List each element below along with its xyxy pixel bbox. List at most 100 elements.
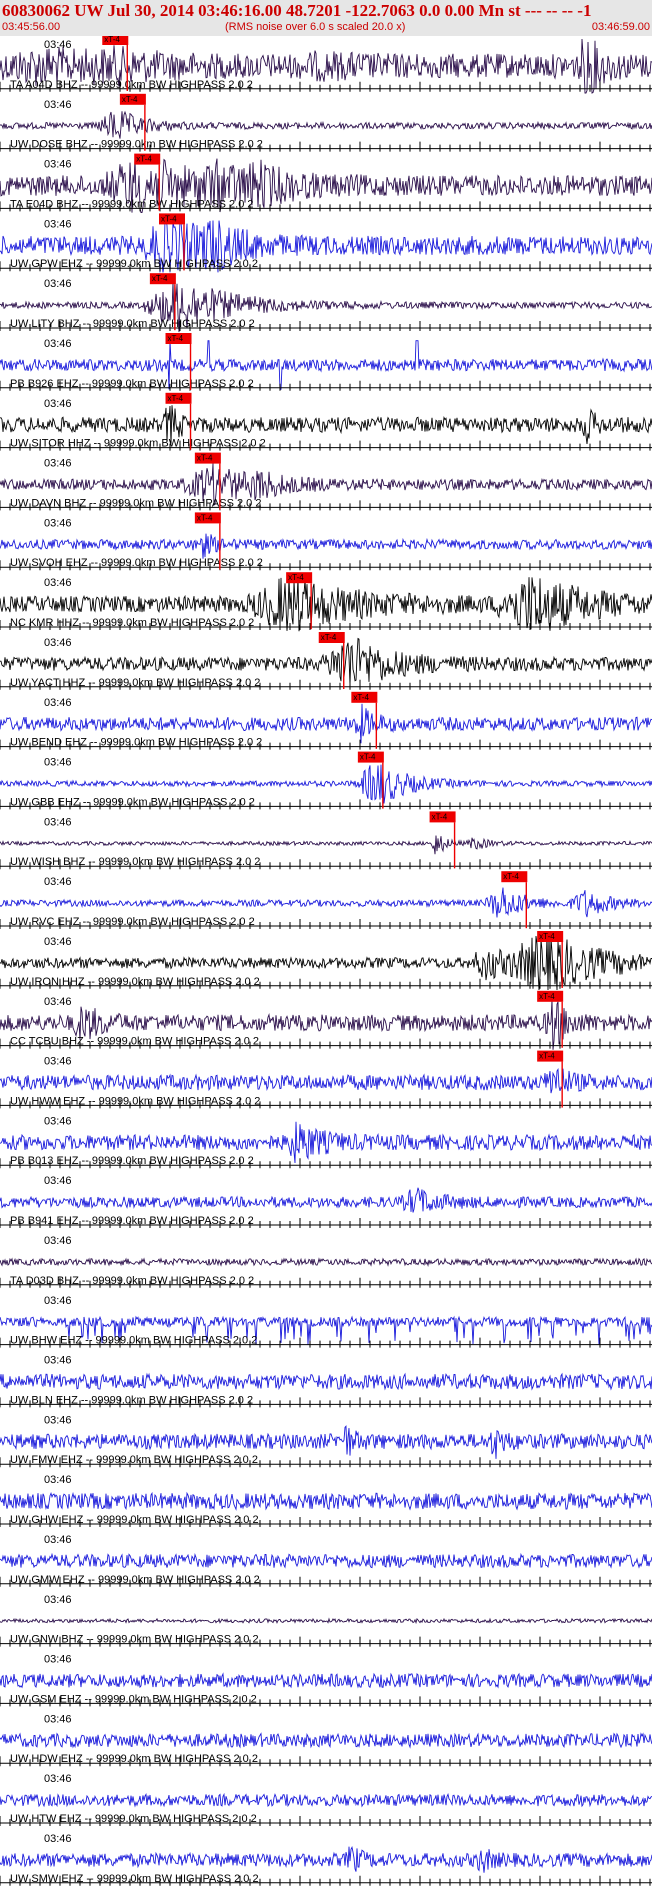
station-label: TA E04D BHZ -- 99999.0km BW HIGHPASS 2.0…	[10, 198, 254, 210]
waveform-trace	[0, 887, 652, 918]
time-label: 03:46	[44, 159, 72, 171]
station-label: UW GSM EHZ -- 99999.0km BW HIGHPASS 2.0 …	[10, 1693, 257, 1705]
waveform-trace	[0, 1845, 652, 1873]
station-label: UW BEND EHZ -- 99999.0km BW HIGHPASS 2.0…	[10, 737, 262, 749]
time-label: 03:46	[44, 876, 72, 888]
time-label: 03:46	[44, 1594, 72, 1606]
time-label: 03:46	[44, 816, 72, 828]
station-label: UW RVC EHZ -- 99999.0km BW HIGHPASS 2.0 …	[10, 916, 255, 928]
time-label: 03:46	[44, 458, 72, 470]
station-label: UW DOSE BHZ -- 99999.0km BW HIGHPASS 2.0…	[10, 139, 263, 151]
time-label: 03:46	[44, 697, 72, 709]
time-label: 03:46	[44, 936, 72, 948]
time-label: 03:46	[44, 1056, 72, 1068]
time-label: 03:46	[44, 99, 72, 111]
station-label: UW SITOR HHZ -- 99999.0km BW HIGHPASS 2.…	[10, 438, 266, 450]
time-label: 03:46	[44, 1773, 72, 1785]
station-label: UW WISH BHZ -- 99999.0km BW HIGHPASS 2.0…	[10, 856, 260, 868]
time-label: 03:46	[44, 39, 72, 51]
time-label: 03:46	[44, 1235, 72, 1247]
pick-label: xT-4	[539, 992, 555, 1001]
station-label: UW HTW EHZ -- 99999.0km BW HIGHPASS 2.0 …	[10, 1813, 257, 1825]
time-label: 03:46	[44, 757, 72, 769]
pick-label: xT-4	[539, 1052, 555, 1061]
time-label: 03:46	[44, 1654, 72, 1666]
waveform-trace	[0, 1372, 652, 1391]
waveform-trace	[0, 835, 652, 855]
time-label: 03:46	[44, 517, 72, 529]
noise-note: (RMS noise over 6.0 s scaled 20.0 x)	[225, 21, 406, 33]
waveform-trace	[0, 1067, 652, 1094]
pick-label: xT-4	[168, 334, 184, 343]
time-label: 03:46	[44, 1115, 72, 1127]
time-label: 03:46	[44, 637, 72, 649]
end-time-label: 03:46:59.00	[591, 21, 650, 33]
station-label: UW IRON HHZ -- 99999.0km BW HIGHPASS 2.0…	[10, 976, 260, 988]
pick-label: xT-4	[432, 812, 448, 821]
pick-label: xT-4	[197, 454, 213, 463]
station-label: TA D03D BHZ -- 99999.0km BW HIGHPASS 2.0…	[10, 1275, 254, 1287]
station-label: UW BLN EHZ -- 99999.0km BW HIGHPASS 2.0 …	[10, 1394, 253, 1406]
time-label: 03:46	[44, 1474, 72, 1486]
time-label: 03:46	[44, 996, 72, 1008]
station-label: UW GMW EHZ -- 99999.0km BW HIGHPASS 2.0 …	[10, 1574, 260, 1586]
waveform-trace	[0, 1552, 652, 1569]
time-label: 03:46	[44, 1534, 72, 1546]
station-label: UW GNW BHZ -- 99999.0km BW HIGHPASS 2.0 …	[10, 1634, 259, 1646]
time-label: 03:46	[44, 1355, 72, 1367]
pick-label: xT-4	[197, 513, 213, 522]
station-label: NC KMR HHZ -- 99999.0km BW HIGHPASS 2.0 …	[10, 617, 254, 629]
time-label: 03:46	[44, 278, 72, 290]
station-label: UW HWW EHZ -- 99999.0km BW HIGHPASS 2.0 …	[10, 1095, 260, 1107]
pick-label: xT-4	[321, 633, 337, 642]
time-label: 03:46	[44, 1414, 72, 1426]
station-label: UW HDW EHZ -- 99999.0km BW HIGHPASS 2.0 …	[10, 1753, 258, 1765]
event-title: 60830062 UW Jul 30, 2014 03:46:16.00 48.…	[2, 1, 592, 20]
waveform-trace	[0, 1732, 652, 1749]
waveform-trace	[0, 1491, 652, 1511]
station-label: UW LITY BHZ -- 99999.0km BW HIGHPASS 2.0…	[10, 318, 255, 330]
time-label: 03:46	[44, 218, 72, 230]
station-label: PB B013 EHZ -- 99999.0km BW HIGHPASS 2.0…	[10, 1155, 254, 1167]
pick-label: xT-4	[122, 95, 138, 104]
station-label: TA A04D BHZ -- 99999.0km BW HIGHPASS 2.0…	[10, 79, 253, 91]
seismogram-panel: 03:46 TA A04D BHZ -- 99999.0km BW HIGHPAS…	[0, 34, 652, 1898]
pick-label: xT-4	[288, 573, 304, 582]
time-label: 03:46	[44, 577, 72, 589]
waveform-trace	[0, 1617, 652, 1625]
pick-label: xT-4	[503, 872, 519, 881]
station-label: PB B926 EHZ -- 99999.0km BW HIGHPASS 2.0…	[10, 378, 254, 390]
station-label: UW SVOH EHZ -- 99999.0km BW HIGHPASS 2.0…	[10, 557, 263, 569]
pick-label: xT-4	[104, 36, 120, 44]
pick-label: xT-4	[168, 394, 184, 403]
time-label: 03:46	[44, 1295, 72, 1307]
record-header: 60830062 UW Jul 30, 2014 03:46:16.00 48.…	[0, 0, 652, 36]
station-label: UW FMW EHZ -- 99999.0km BW HIGHPASS 2.0 …	[10, 1454, 258, 1466]
waveform-trace	[0, 533, 652, 559]
waveform-trace	[0, 1257, 652, 1267]
station-label: PB B941 EHZ -- 99999.0km BW HIGHPASS 2.0…	[10, 1215, 254, 1227]
station-label: UW GHW EHZ -- 99999.0km BW HIGHPASS 2.0 …	[10, 1514, 259, 1526]
station-label: UW YACT HHZ -- 99999.0km BW HIGHPASS 2.0…	[10, 677, 260, 689]
station-label: UW DAVN BHZ -- 99999.0km BW HIGHPASS 2.0…	[10, 497, 261, 509]
pick-label: xT-4	[136, 155, 152, 164]
station-label: UW GPW EHZ -- 99999.0km BW HIGHPASS 2.0 …	[10, 258, 258, 270]
station-label: UW SMW EHZ -- 99999.0km BW HIGHPASS 2.0 …	[10, 1873, 259, 1885]
waveform-trace	[0, 110, 652, 139]
station-label: UW BHW EHZ -- 99999.0km BW HIGHPASS 2.0 …	[10, 1335, 257, 1347]
time-label: 03:46	[44, 1833, 72, 1845]
pick-label: xT-4	[152, 274, 168, 283]
pick-label: xT-4	[539, 932, 555, 941]
pick-label: xT-4	[161, 214, 177, 223]
seismogram-traces: 03:46 TA A04D BHZ -- 99999.0km BW HIGHPAS…	[0, 34, 652, 1886]
waveform-trace	[0, 1672, 652, 1689]
waveform-trace	[0, 1792, 652, 1808]
pick-label: xT-4	[353, 693, 369, 702]
time-label: 03:46	[44, 338, 72, 350]
time-label: 03:46	[44, 398, 72, 410]
waveform-trace	[0, 1187, 652, 1213]
time-label: 03:46	[44, 1713, 72, 1725]
pick-label: xT-4	[360, 753, 376, 762]
station-label: UW GBB EHZ -- 99999.0km BW HIGHPASS 2.0 …	[10, 796, 255, 808]
station-label: CC TCBU BHZ -- 99999.0km BW HIGHPASS 2.0…	[10, 1036, 259, 1048]
